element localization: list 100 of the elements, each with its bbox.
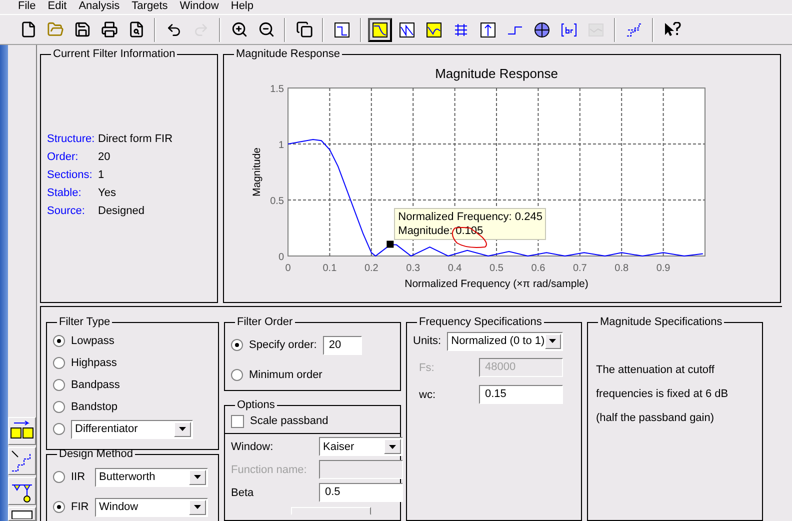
radio-label: IIR	[71, 471, 86, 483]
y-tick-label: 1.5	[270, 84, 284, 95]
x-tick-label: 0.9	[656, 263, 670, 274]
info-value: 20	[98, 150, 112, 164]
impulse-icon	[479, 20, 497, 38]
info-value: Designed	[98, 204, 146, 218]
y-tick-label: 0.5	[270, 196, 284, 207]
x-axis-label: Normalized Frequency (×π rad/sample)	[404, 278, 588, 290]
units-dropdown[interactable]: Normalized (0 to 1)	[447, 332, 564, 350]
field-label: Fs:	[419, 362, 436, 374]
info-label: Order:	[47, 150, 80, 164]
side-tool-button[interactable]	[8, 417, 36, 445]
input-field[interactable]: 0.5	[319, 483, 403, 502]
toolbar-button[interactable]	[368, 18, 392, 42]
info-label: Structure:	[47, 132, 96, 146]
data-tip-text: Normalized Frequency: 0.245	[398, 210, 542, 224]
phase-plot-icon	[398, 20, 416, 38]
radio-label: Lowpass	[71, 335, 114, 347]
radio-label: Specify order:	[249, 339, 317, 351]
data-point-marker[interactable]	[386, 240, 394, 248]
radio-button[interactable]	[53, 401, 65, 413]
dropdown-arrow-icon	[194, 505, 201, 509]
info-value: 1	[98, 168, 106, 182]
dropdown-value: Differentiator	[75, 423, 138, 435]
x-tick-label: 0.2	[364, 263, 378, 274]
radio-button[interactable]	[231, 339, 243, 351]
window-copy-icon	[296, 21, 312, 38]
x-tick-label: 0.3	[406, 263, 420, 274]
group-title: Design Method	[58, 448, 134, 460]
dropdown-arrow-icon	[549, 339, 556, 343]
x-tick-label: 0.7	[572, 263, 587, 274]
magnitude-plot-icon	[371, 20, 389, 38]
input-field[interactable]	[319, 460, 403, 479]
field-label: wc:	[419, 388, 436, 400]
method-dropdown[interactable]: Window	[95, 498, 208, 516]
x-tick-label: 0.6	[531, 263, 546, 274]
help-pointer-icon	[664, 22, 680, 38]
print-icon	[100, 21, 118, 38]
menu-item[interactable]: Edit	[42, 0, 73, 13]
x-tick-label: 0.4	[448, 263, 462, 274]
x-tick-label: 0.8	[614, 263, 629, 274]
zoom-in-icon	[230, 21, 248, 38]
chart-title: Magnitude Response	[435, 66, 558, 81]
undo-icon	[166, 22, 182, 38]
menu-item[interactable]: Window	[174, 0, 225, 13]
radio-button[interactable]	[53, 335, 65, 347]
pole-zero-icon	[533, 20, 551, 38]
radio-label: Bandstop	[71, 401, 118, 413]
field-label: Function name:	[231, 464, 308, 476]
info-text: (half the passband gain)	[596, 412, 716, 424]
side-tool-button[interactable]	[8, 507, 36, 521]
dropdown-value: Window	[99, 501, 138, 513]
x-tick-label: 0.5	[490, 263, 504, 274]
dropdown-arrow-icon	[194, 475, 201, 479]
checkbox-label: Scale passband	[250, 415, 328, 427]
menu-item[interactable]: Targets	[126, 0, 174, 13]
radio-button[interactable]	[231, 369, 243, 381]
info-icon	[587, 20, 605, 38]
new-file-icon	[20, 21, 36, 38]
field-label: Beta	[231, 486, 255, 498]
menu-item[interactable]: Analysis	[72, 0, 126, 13]
magnitude-phase-icon	[425, 20, 443, 38]
radio-label: FIR	[71, 501, 89, 513]
dropdown-value: Butterworth	[99, 471, 156, 483]
field-label: Window:	[231, 440, 274, 452]
group-title: Filter Type	[58, 316, 112, 328]
info-text: The attenuation at cutoff	[596, 364, 716, 376]
radio-button[interactable]	[53, 379, 65, 391]
save-icon	[74, 21, 90, 38]
radio-button[interactable]	[53, 357, 65, 369]
quantize-icon	[625, 20, 643, 38]
menu-item[interactable]: File	[12, 0, 42, 13]
y-tick-label: 1	[278, 140, 284, 151]
order-field[interactable]: 20	[322, 336, 362, 354]
side-tool-button[interactable]	[8, 477, 36, 505]
info-label: Stable:	[47, 186, 82, 200]
folder-icon	[46, 21, 64, 38]
input-field[interactable]: 0.15	[479, 385, 563, 404]
zoom-out-icon	[258, 21, 274, 38]
dropdown-value: Normalized (0 to 1)	[451, 335, 545, 347]
group-title: Frequency Specifications	[418, 316, 543, 328]
x-tick-label: 0.1	[322, 263, 337, 274]
coefficients-icon	[560, 20, 578, 38]
method-dropdown[interactable]: Butterworth	[95, 468, 208, 486]
window-icon	[11, 509, 33, 519]
checkbox[interactable]	[231, 414, 244, 428]
radio-button[interactable]	[53, 501, 65, 513]
filter-spec-icon	[333, 20, 351, 38]
radio-label: Highpass	[71, 357, 117, 369]
y-axis-label: Magnitude	[251, 147, 263, 197]
side-tool-button[interactable]	[8, 447, 36, 475]
radio-button[interactable]	[53, 471, 65, 483]
radio-button[interactable]	[53, 423, 65, 435]
y-tick-label: 0	[278, 252, 284, 263]
info-value: Yes	[98, 186, 117, 200]
type-dropdown[interactable]: Differentiator	[71, 420, 193, 438]
group-title: Options	[236, 399, 276, 411]
menu-item[interactable]: Help	[224, 0, 260, 13]
select-dropdown[interactable]: Kaiser	[319, 437, 403, 456]
group-title: Current Filter Information	[52, 48, 176, 60]
